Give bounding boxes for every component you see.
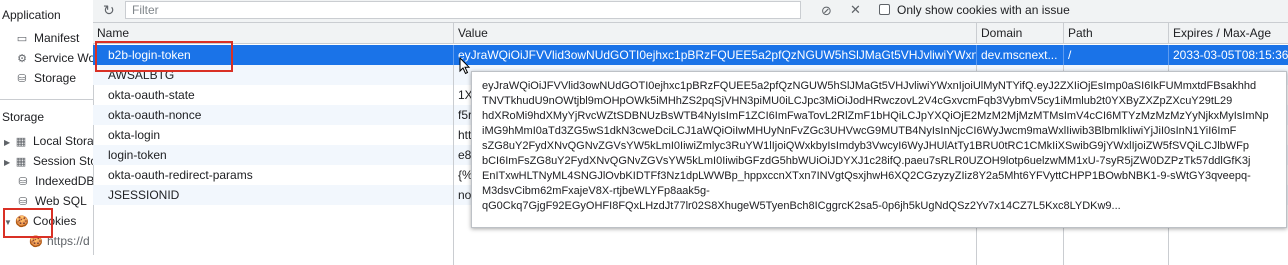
tooltip-line: sZG8uY2FydXNvQGNvZGVsYW5kLmI0IiwiZmlyc3R… [482, 140, 1249, 152]
sidebar-item-service-workers[interactable]: ⚙ Service Workers [16, 48, 93, 68]
grid-icon: ▦ [15, 136, 27, 148]
tooltip-line: iMG9hMmI0aTd3ZG5wS1dkN3cweDciLCJ1aWQiOiI… [482, 125, 1237, 137]
sidebar-item-label: IndexedDB [35, 174, 94, 188]
table-header: Name Value Domain Path Expires / Max-Age [93, 23, 1288, 44]
sidebar-item-session-storage[interactable]: ▶▦ Session Storage [4, 151, 93, 173]
tooltip-line: hdXRoMi9hdXMyYjRvcWZtSDBNUzBsWTB4NyIsImF… [482, 110, 1269, 122]
gear-icon: ⚙ [17, 53, 27, 65]
cell-name: login-token [93, 145, 454, 165]
cell-path: / [1064, 45, 1169, 65]
database-icon: ⛁ [18, 176, 28, 188]
sidebar-item-label: Session Storage [33, 154, 93, 168]
sidebar-item-storage[interactable]: ⛁ Storage [16, 68, 76, 88]
sidebar-item-label: Web SQL [35, 194, 87, 208]
tooltip-line: M3dsvCibm62mFxajeV8X-rtjbeWLYFp8aak5g- [482, 185, 710, 197]
only-issues-label: Only show cookies with an issue [897, 3, 1070, 17]
sidebar-item-label: https://d [47, 234, 90, 248]
sidebar-item-label: Storage [34, 71, 77, 85]
tooltip-line: bCI6ImFsZG8uY2FydXNvQGNvZGVsYW5kLmI0Iiwi… [482, 155, 1251, 167]
sidebar-item-label: Local Storage [33, 134, 94, 148]
cell-name: JSESSIONID [93, 185, 454, 205]
column-header-expires[interactable]: Expires / Max-Age [1169, 23, 1288, 43]
expand-arrow-icon[interactable]: ▶ [4, 153, 12, 173]
storage-section-title: Storage [2, 110, 45, 124]
manifest-icon: ▭ [16, 33, 28, 45]
cell-name: okta-oauth-state [93, 85, 454, 105]
database-icon: ⛁ [17, 73, 27, 85]
application-section-title: Application [2, 8, 61, 22]
expand-arrow-icon[interactable]: ▶ [4, 133, 12, 153]
sidebar: Application ▭ Manifest ⚙ Service Workers ⛁… [0, 0, 94, 255]
cell-name: okta-login [93, 125, 454, 145]
sidebar-item-label: Manifest [34, 31, 80, 45]
clear-filtered-cookies-icon[interactable]: ⊘ [821, 3, 832, 19]
cell-name: okta-oauth-nonce [93, 105, 454, 125]
sidebar-divider [0, 99, 93, 100]
tooltip-line: eyJraWQiOiJFVVlid3owNUdGOTI0ejhxc1pBRzFQ… [482, 80, 1257, 92]
close-icon[interactable]: ✕ [850, 2, 861, 18]
b2b-login-token-highlight-box [95, 41, 233, 72]
sidebar-item-local-storage[interactable]: ▶▦ Local Storage [4, 131, 94, 153]
mouse-cursor-icon [459, 57, 471, 75]
value-tooltip: eyJraWQiOiJFVVlid3owNUdGOTI0ejhxc1pBRzFQ… [471, 71, 1287, 228]
cell-name: okta-oauth-redirect-params [93, 165, 454, 185]
refresh-icon[interactable]: ↻ [103, 2, 115, 19]
cell-expires: 2033-03-05T08:15:36. [1173, 48, 1288, 62]
grid-icon: ▦ [15, 156, 27, 168]
empty-cell [93, 205, 454, 265]
cell-domain: dev.mscnext... [977, 45, 1064, 65]
filter-input[interactable] [126, 2, 812, 18]
table-row[interactable]: b2b-login-token eyJraWQiOiJFVVlid3owNUdG… [93, 45, 1288, 65]
column-header-name[interactable]: Name [93, 23, 454, 43]
sidebar-item-label: Service Workers [34, 51, 93, 65]
cookies-toolbar: ↻ ⊘ ✕ Only show cookies with an issue [93, 0, 1288, 23]
tooltip-line: TNVTkhudU9nOWtjbl9mOHpOWk5iMHhZS2pqSjVHN… [482, 95, 1233, 107]
cookies-highlight-box [3, 208, 53, 238]
sidebar-item-indexeddb[interactable]: ⛁ IndexedDB [17, 171, 94, 191]
tooltip-line: EnITxwHLTNyML4SNGJlOvbKIDTFf3Nz1dpLWWBp_… [482, 170, 1251, 182]
sidebar-item-manifest[interactable]: ▭ Manifest [16, 28, 80, 48]
column-header-path[interactable]: Path [1064, 23, 1169, 43]
column-header-domain[interactable]: Domain [977, 23, 1064, 43]
column-header-value[interactable]: Value [454, 23, 977, 43]
cell-value: eyJraWQiOiJFVVlid3owNUdGOTI0ejhxc1pBRzFQ… [454, 45, 977, 65]
tooltip-line: qG0Ckq7GjgF92EGyOHFI8FQxLHzdJt77lr02S8Xh… [482, 200, 1121, 212]
filter-field[interactable] [125, 1, 812, 19]
only-issues-checkbox[interactable] [879, 4, 890, 15]
